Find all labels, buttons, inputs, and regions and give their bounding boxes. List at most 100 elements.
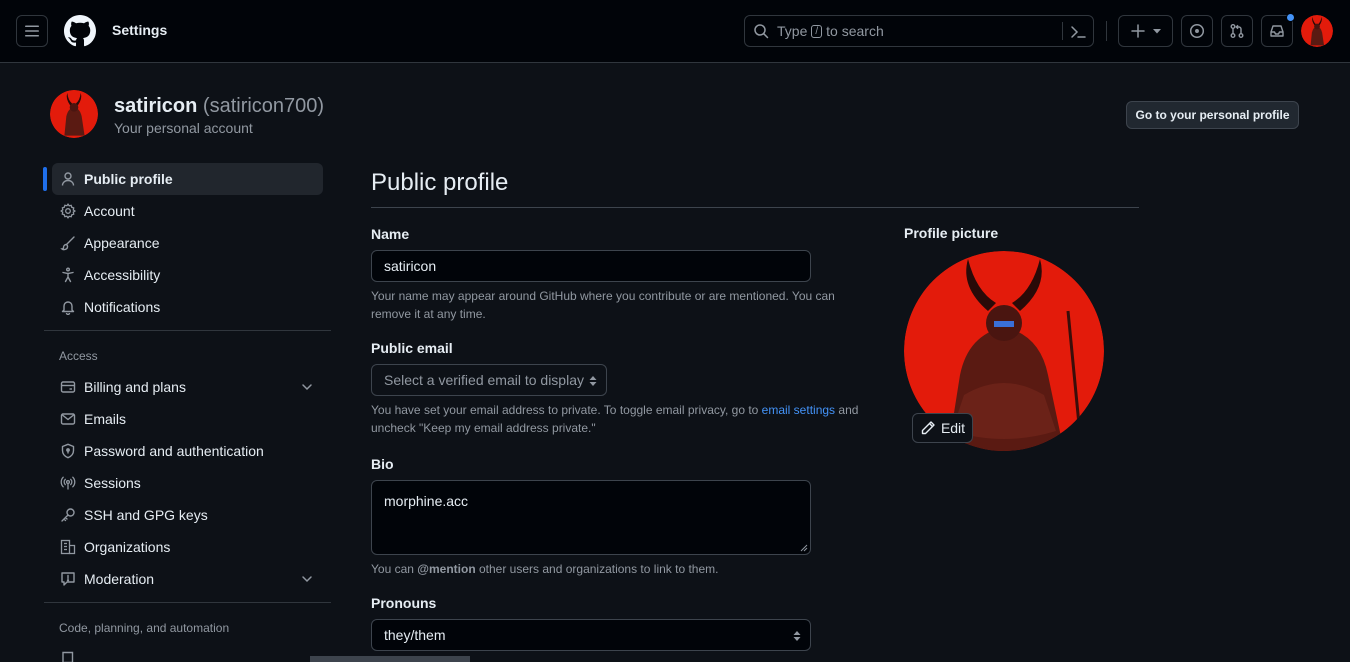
email-settings-link[interactable]: email settings — [762, 403, 835, 417]
search-shortcut-key: / — [811, 24, 823, 38]
account-username: satiricon — [114, 95, 198, 117]
bio-note-prefix: You can — [371, 562, 414, 576]
name-help-text: Your name may appear around GitHub where… — [371, 289, 835, 321]
gear-icon — [60, 203, 76, 219]
broadcast-icon — [60, 476, 76, 490]
context-title[interactable]: Settings — [112, 22, 167, 38]
key-icon — [61, 508, 75, 522]
bio-textarea[interactable]: morphine.acc — [371, 480, 811, 555]
credit-card-icon — [60, 381, 76, 393]
sidebar-item-account[interactable]: Account — [52, 195, 323, 227]
edit-picture-button[interactable]: Edit — [912, 413, 973, 443]
sidebar-item-label: Emails — [84, 411, 127, 427]
sidebar-item-billing[interactable]: Billing and plans — [52, 371, 323, 403]
bio-label: Bio — [371, 456, 394, 472]
edit-label: Edit — [940, 420, 966, 436]
sidebar-item-label: Public profile — [84, 171, 173, 187]
resize-handle-icon[interactable] — [800, 544, 808, 552]
shield-lock-icon — [61, 443, 75, 459]
sidebar-heading-access: Access — [59, 349, 98, 363]
public-email-select[interactable]: Select a verified email to display — [371, 364, 607, 396]
sidebar-item-appearance[interactable]: Appearance — [52, 227, 323, 259]
account-name: satiricon (satiricon700) — [114, 95, 324, 118]
hamburger-icon — [25, 25, 39, 37]
sidebar-item-label: SSH and GPG keys — [84, 507, 208, 523]
sidebar-item-label: Moderation — [84, 571, 155, 587]
active-nav-indicator — [43, 167, 47, 191]
name-label: Name — [371, 226, 410, 242]
sidebar-item-sessions[interactable]: Sessions — [52, 467, 323, 499]
bio-note-suffix: other users and organizations to link to… — [479, 562, 719, 576]
sidebar-item-label: Sessions — [84, 475, 141, 491]
issue-opened-icon — [1189, 23, 1205, 39]
sidebar-item-emails[interactable]: Emails — [52, 403, 323, 435]
chevron-down-icon[interactable] — [299, 571, 315, 587]
select-arrows-icon — [589, 376, 597, 386]
bio-value: morphine.acc — [384, 493, 469, 509]
chevron-down-icon[interactable] — [299, 379, 315, 395]
public-email-placeholder: Select a verified email to display — [384, 372, 584, 388]
horizontal-scrollbar[interactable] — [310, 656, 470, 662]
sidebar-item-password[interactable]: Password and authentication — [52, 435, 323, 467]
menu-button[interactable] — [16, 15, 48, 47]
bio-note-mention: @mention — [417, 562, 476, 576]
paintbrush-icon — [60, 236, 75, 251]
git-pull-request-icon — [1230, 24, 1244, 38]
organization-icon — [60, 539, 76, 555]
repo-icon — [62, 651, 74, 662]
search-placeholder-suffix: to search — [826, 23, 884, 39]
plus-icon — [1130, 24, 1145, 38]
top-navigation-bar: Settings Type / to search — [0, 0, 1350, 63]
issues-button[interactable] — [1181, 15, 1213, 47]
account-avatar — [50, 90, 98, 138]
sidebar-item-label: Password and authentication — [84, 443, 264, 459]
name-input[interactable]: satiricon — [371, 250, 811, 282]
sidebar-item-moderation[interactable]: Moderation — [52, 563, 323, 595]
account-handle: (satiricon700) — [202, 95, 325, 117]
sidebar-divider — [44, 602, 331, 603]
email-note-prefix: You have set your email address to priva… — [371, 403, 759, 417]
sidebar-item-label: Billing and plans — [84, 379, 186, 395]
sidebar-heading-code: Code, planning, and automation — [59, 621, 230, 635]
sidebar-item-label: Organizations — [84, 539, 171, 555]
pronouns-label: Pronouns — [371, 595, 437, 611]
command-palette-icon[interactable] — [1070, 24, 1086, 40]
sidebar-item-accessibility[interactable]: Accessibility — [52, 259, 323, 291]
sidebar-item-organizations[interactable]: Organizations — [52, 531, 323, 563]
public-email-help-text: You have set your email address to priva… — [371, 401, 861, 437]
create-new-button[interactable] — [1118, 15, 1173, 47]
inbox-icon — [1270, 25, 1284, 37]
sidebar-item-ssh-gpg[interactable]: SSH and GPG keys — [52, 499, 323, 531]
page-title: Public profile — [371, 169, 509, 196]
header-divider — [1106, 21, 1107, 41]
search-placeholder: Type / to search — [777, 23, 884, 39]
pencil-icon — [921, 421, 935, 435]
sidebar-item-repositories[interactable] — [52, 643, 323, 662]
public-email-label: Public email — [371, 340, 453, 356]
mail-icon — [60, 413, 76, 425]
search-placeholder-prefix: Type — [777, 23, 808, 39]
search-input[interactable]: Type / to search — [744, 15, 1094, 47]
select-arrows-icon — [793, 631, 801, 641]
sidebar-item-label: Appearance — [84, 235, 160, 251]
sidebar-item-public-profile[interactable]: Public profile — [52, 163, 323, 195]
bio-help-text: You can @mention other users and organiz… — [371, 560, 861, 578]
sidebar-item-label: Accessibility — [84, 267, 161, 283]
search-divider — [1062, 22, 1063, 40]
report-icon — [61, 572, 75, 586]
sidebar-divider — [44, 330, 331, 331]
account-subtitle: Your personal account — [114, 120, 253, 136]
person-icon — [61, 172, 75, 186]
profile-picture-label: Profile picture — [904, 225, 999, 241]
sidebar-item-label: Account — [84, 203, 135, 219]
title-divider — [371, 207, 1139, 208]
user-avatar[interactable] — [1301, 15, 1333, 47]
notification-indicator — [1286, 13, 1295, 22]
go-to-profile-button[interactable]: Go to your personal profile — [1126, 101, 1299, 129]
github-logo-icon[interactable] — [64, 15, 96, 47]
pull-requests-button[interactable] — [1221, 15, 1253, 47]
sidebar-item-label: Notifications — [84, 299, 161, 315]
pronouns-select[interactable]: they/them — [371, 619, 811, 651]
pronouns-value: they/them — [384, 627, 446, 643]
sidebar-item-notifications[interactable]: Notifications — [52, 291, 323, 323]
